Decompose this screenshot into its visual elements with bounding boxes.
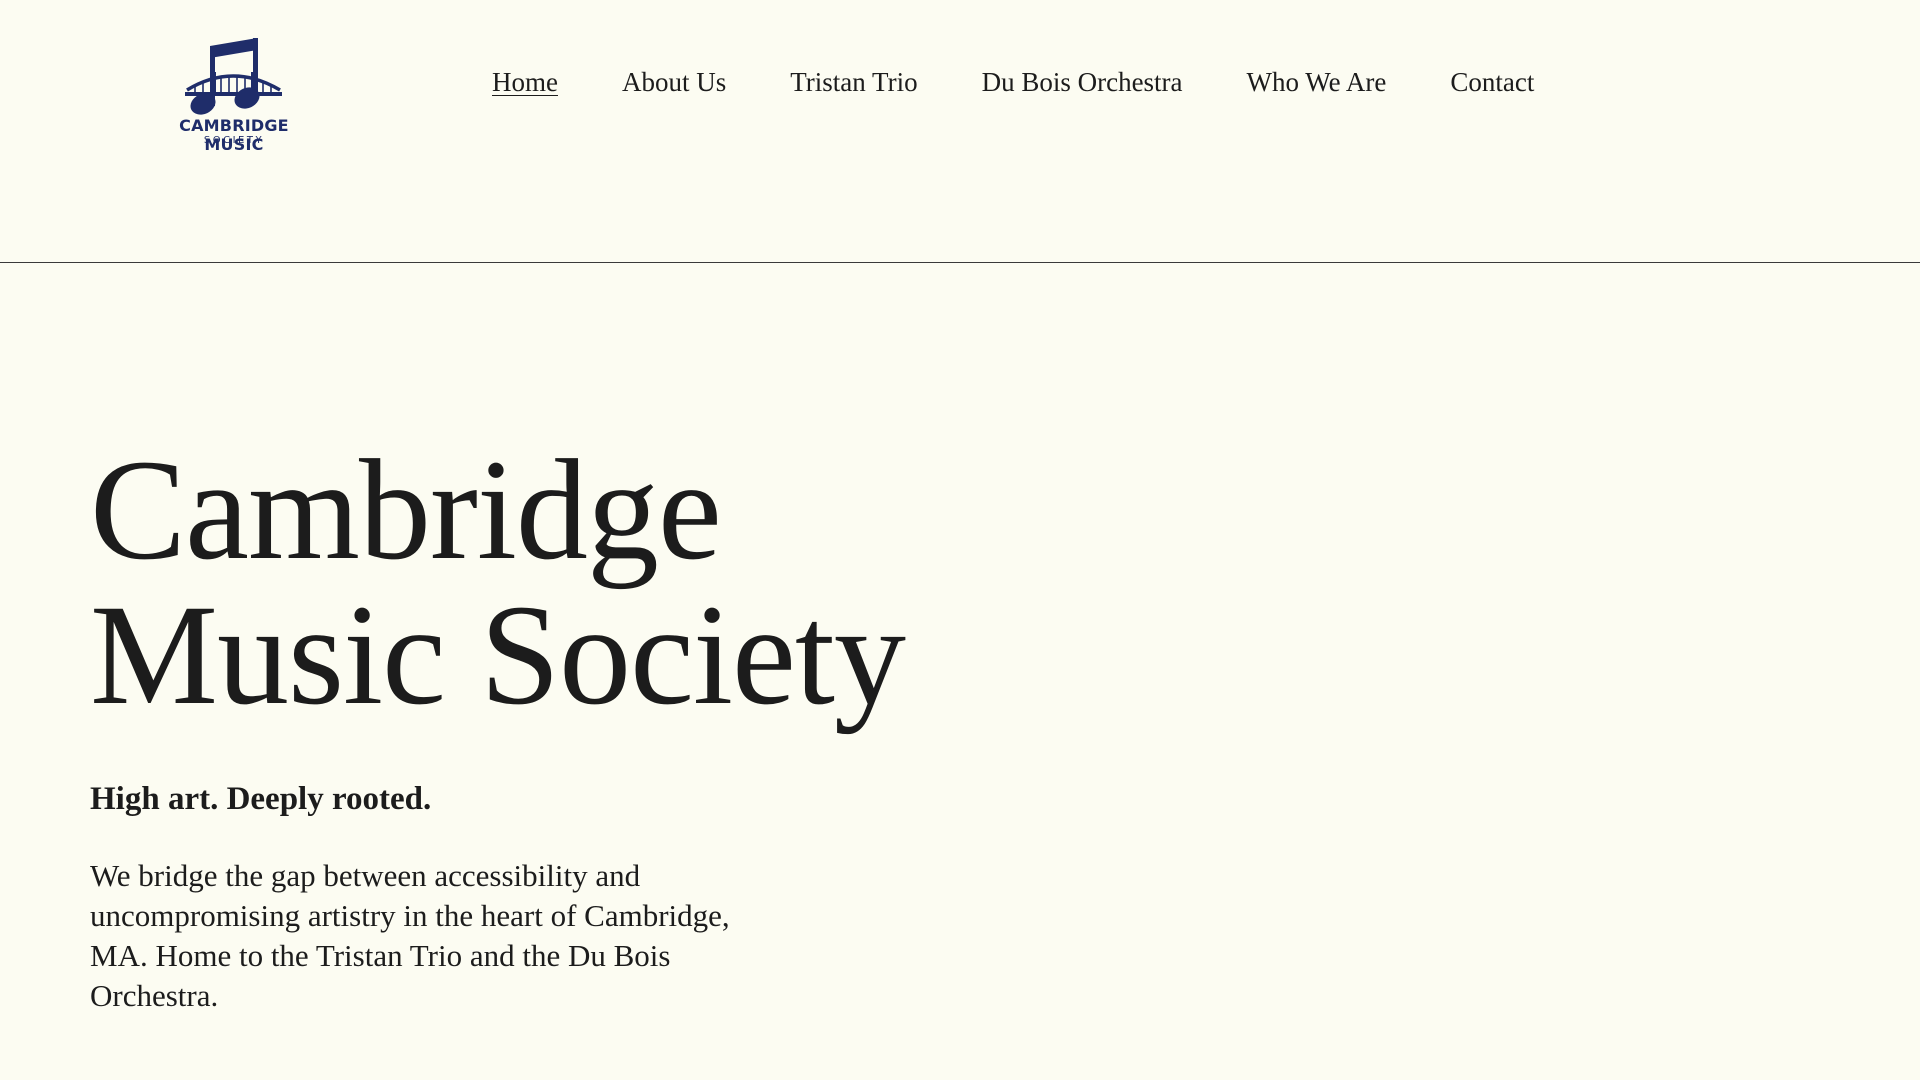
site-logo-link[interactable]: CAMBRIDGE MUSIC SOCIETY <box>150 34 318 154</box>
hero-tagline: High art. Deeply rooted. <box>90 781 432 817</box>
hero-section: Cambridge Music Society High art. Deeply… <box>90 438 1090 1016</box>
hero-title-line-1: Cambridge <box>90 431 722 590</box>
main-navigation: Home About Us Tristan Trio Du Bois Orche… <box>492 64 1598 100</box>
hero-description: We bridge the gap between accessibility … <box>90 858 730 1013</box>
site-header: CAMBRIDGE MUSIC SOCIETY Home About Us Tr… <box>0 0 1920 263</box>
hero-title: Cambridge Music Society <box>90 438 1090 728</box>
music-note-bridge-icon <box>185 38 282 115</box>
nav-link-tristan-trio[interactable]: Tristan Trio <box>790 64 917 100</box>
nav-link-home[interactable]: Home <box>492 64 558 100</box>
logo-subtitle: SOCIETY <box>203 135 265 146</box>
nav-link-contact[interactable]: Contact <box>1450 64 1534 100</box>
nav-link-who-we-are[interactable]: Who We Are <box>1247 64 1387 100</box>
hero-title-line-2: Music Society <box>90 576 906 735</box>
nav-link-about-us[interactable]: About Us <box>622 64 726 100</box>
page: CAMBRIDGE MUSIC SOCIETY Home About Us Tr… <box>0 0 1920 1080</box>
nav-link-du-bois-orchestra[interactable]: Du Bois Orchestra <box>982 64 1183 100</box>
